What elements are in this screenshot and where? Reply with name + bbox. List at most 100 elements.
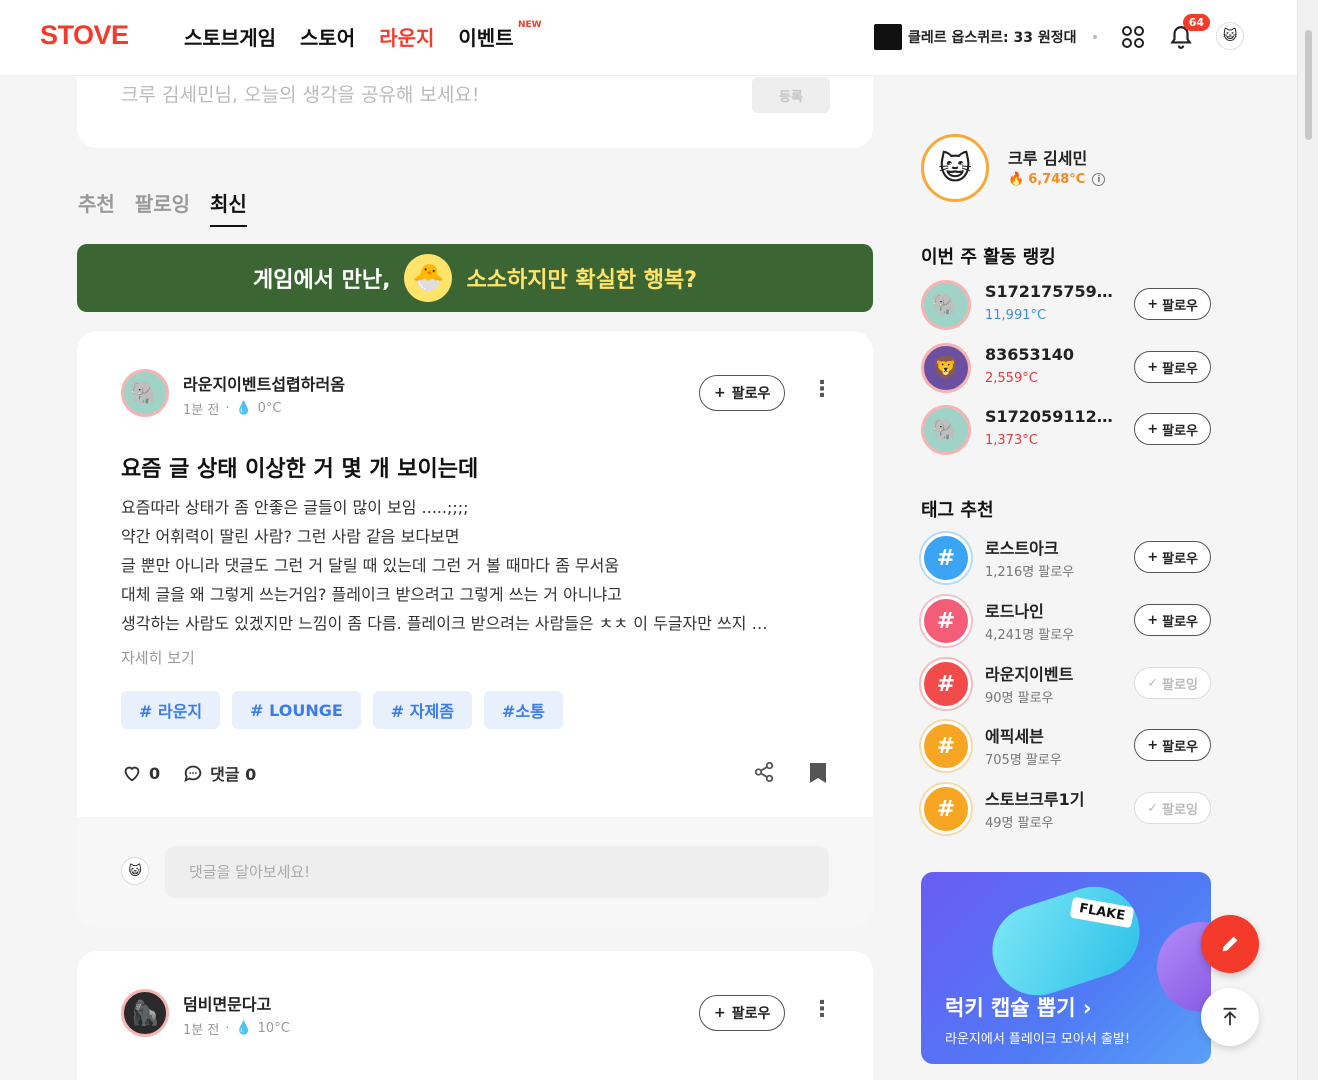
- hashtag-icon[interactable]: #: [921, 659, 971, 709]
- ranking-user-avatar[interactable]: 🐘: [921, 280, 971, 330]
- tag-name[interactable]: 로스트아크: [985, 535, 1121, 559]
- more-options-icon[interactable]: ⋮: [811, 997, 833, 1022]
- post-title[interactable]: 요즘 글 상태 이상한 거 몇 개 보이는데: [121, 451, 478, 483]
- following-button[interactable]: ✓ 팔로잉: [1134, 667, 1211, 699]
- hashtag-icon[interactable]: #: [921, 533, 971, 583]
- profile-temperature: 🔥 6,748°C i: [1008, 172, 1106, 187]
- share-icon[interactable]: [753, 761, 775, 787]
- ranking-user-name[interactable]: 83653140: [985, 345, 1121, 364]
- ranking-user-avatar[interactable]: 🐘: [921, 405, 971, 455]
- temperature-drop-icon: 💧: [235, 401, 252, 416]
- follow-label: 팔로잉: [1162, 677, 1198, 693]
- tag-name[interactable]: 라운지이벤트: [985, 661, 1121, 685]
- comment-bubble-icon: [184, 765, 202, 783]
- meta-separator: ·: [225, 1021, 230, 1036]
- post-actions: 0 댓글 0: [121, 761, 256, 785]
- following-button[interactable]: ✓ 팔로잉: [1134, 792, 1211, 824]
- tag-chip[interactable]: # LOUNGE: [232, 691, 361, 729]
- pencil-icon: [1222, 936, 1238, 952]
- post-author-name[interactable]: 덤비면문다고: [183, 991, 271, 1015]
- plus-icon: +: [1147, 549, 1159, 565]
- follow-button[interactable]: + 팔로우: [699, 375, 786, 411]
- tag-chip[interactable]: # 자제좀: [372, 691, 472, 729]
- nav-lounge[interactable]: 라운지: [379, 22, 434, 51]
- post-meta: 1분 전 · 💧 10°C: [183, 1019, 290, 1038]
- ranking-user-name[interactable]: S17217575967…: [985, 282, 1121, 301]
- comment-area: 😺: [77, 817, 873, 927]
- temperature-drop-icon: 💧: [235, 1021, 252, 1036]
- tag-name[interactable]: 로드나인: [985, 598, 1121, 622]
- tag-chip[interactable]: # 라운지: [121, 691, 221, 729]
- post-author-avatar[interactable]: 🦍: [121, 989, 169, 1037]
- follow-button[interactable]: + 팔로우: [1134, 413, 1211, 445]
- user-avatar[interactable]: 😺: [1216, 22, 1244, 50]
- comment-user-avatar: 😺: [121, 857, 149, 885]
- ranking-user-name[interactable]: S17205911277…: [985, 407, 1121, 426]
- tag-chip[interactable]: #소통: [483, 691, 563, 729]
- composer-placeholder[interactable]: 크루 김세민님, 오늘의 생각을 공유해 보세요!: [121, 80, 480, 107]
- post-body-line: 생각하는 사람도 있겠지만 느낌이 좀 다름. 플레이크 받으려는 사람들은 ㅊ…: [121, 614, 768, 633]
- ranking-user-avatar[interactable]: 🦁: [921, 343, 971, 393]
- tab-latest[interactable]: 최신: [210, 188, 247, 227]
- notification-bell-icon[interactable]: 64: [1166, 14, 1210, 52]
- apps-grid-icon[interactable]: [1118, 22, 1148, 52]
- follow-label: 팔로우: [1162, 423, 1198, 439]
- check-icon: ✓: [1147, 800, 1159, 816]
- page-scrollbar[interactable]: [1297, 0, 1318, 1080]
- post-card: 🦍 덤비면문다고 1분 전 · 💧 10°C + 팔로우 ⋮: [77, 951, 873, 1080]
- tag-recommend-row: # 에픽세븐 705명 팔로우 + 팔로우: [921, 721, 1211, 771]
- chick-icon: 🐣: [404, 254, 453, 302]
- more-options-icon[interactable]: ⋮: [811, 377, 833, 402]
- bookmark-icon[interactable]: [807, 761, 829, 789]
- tag-recommend-row: # 로드나인 4,241명 팔로우 + 팔로우: [921, 596, 1211, 646]
- nav-store[interactable]: 스토어: [300, 22, 355, 51]
- post-temperature: 10°C: [257, 1021, 290, 1036]
- ranking-user-temp: 11,991°C: [985, 308, 1047, 323]
- follow-button[interactable]: + 팔로우: [1134, 604, 1211, 636]
- follow-label: 팔로우: [1162, 361, 1198, 377]
- scroll-to-top-button[interactable]: [1201, 988, 1259, 1046]
- nav-stove-game[interactable]: 스토브게임: [184, 22, 276, 51]
- arrow-up-icon: [1223, 1007, 1237, 1026]
- read-more-link[interactable]: 자세히 보기: [121, 647, 195, 668]
- hashtag-icon[interactable]: #: [921, 784, 971, 834]
- new-badge: NEW: [518, 20, 542, 30]
- tab-recommended[interactable]: 추천: [78, 188, 115, 227]
- ranking-user-temp: 1,373°C: [985, 433, 1038, 448]
- follow-button[interactable]: + 팔로우: [699, 995, 786, 1031]
- scrollbar-thumb[interactable]: [1305, 30, 1312, 140]
- hashtag-icon[interactable]: #: [921, 596, 971, 646]
- banner-text-left: 게임에서 만난,: [253, 268, 391, 293]
- comment-input[interactable]: [165, 846, 829, 898]
- composer-submit-button[interactable]: 등록: [752, 77, 830, 113]
- follow-button[interactable]: + 팔로우: [1134, 351, 1211, 383]
- profile-avatar[interactable]: 😺: [921, 134, 989, 202]
- write-post-button[interactable]: [1201, 915, 1259, 973]
- tag-recommend-row: # 로스트아크 1,216명 팔로우 + 팔로우: [921, 533, 1211, 583]
- post-author-avatar[interactable]: 🐘: [121, 369, 169, 417]
- current-game-chip[interactable]: 클레르 옵스퀴르: 33 원정대: [874, 24, 1097, 50]
- heart-icon: [124, 766, 140, 782]
- info-icon[interactable]: i: [1092, 173, 1106, 186]
- comment-button[interactable]: 댓글 0: [182, 761, 256, 785]
- follow-button[interactable]: + 팔로우: [1134, 288, 1211, 320]
- hashtag-icon[interactable]: #: [921, 721, 971, 771]
- tag-follower-count: 705명 팔로우: [985, 753, 1062, 768]
- plus-icon: +: [714, 385, 726, 401]
- check-icon: ✓: [1147, 675, 1159, 691]
- like-button[interactable]: 0: [121, 762, 160, 784]
- tag-name[interactable]: 에픽세븐: [985, 723, 1121, 747]
- promo-banner[interactable]: 게임에서 만난, 🐣 소소하지만 확실한 행복?: [77, 244, 873, 312]
- tag-name[interactable]: 스토브크루1기: [985, 786, 1121, 810]
- follow-button[interactable]: + 팔로우: [1134, 541, 1211, 573]
- stove-logo[interactable]: STOVE: [40, 20, 129, 51]
- post-author-name[interactable]: 라운지이벤트섭렵하러옴: [183, 371, 345, 395]
- nav-event[interactable]: 이벤트 NEW: [458, 20, 541, 51]
- meta-separator: ·: [225, 401, 230, 416]
- tab-following[interactable]: 팔로잉: [135, 188, 190, 227]
- ad-subtitle: 라운지에서 플레이크 모아서 출발!: [945, 1032, 1131, 1047]
- lucky-capsule-ad[interactable]: FLAKE 럭키 캡슐 뽑기 › 라운지에서 플레이크 모아서 출발!: [921, 872, 1211, 1064]
- profile-name[interactable]: 크루 김세민: [1008, 145, 1087, 169]
- follow-button[interactable]: + 팔로우: [1134, 729, 1211, 761]
- post-body[interactable]: 요즘따라 상태가 좀 안좋은 글들이 많이 보임 .....;;;; 약간 어휘…: [121, 493, 827, 638]
